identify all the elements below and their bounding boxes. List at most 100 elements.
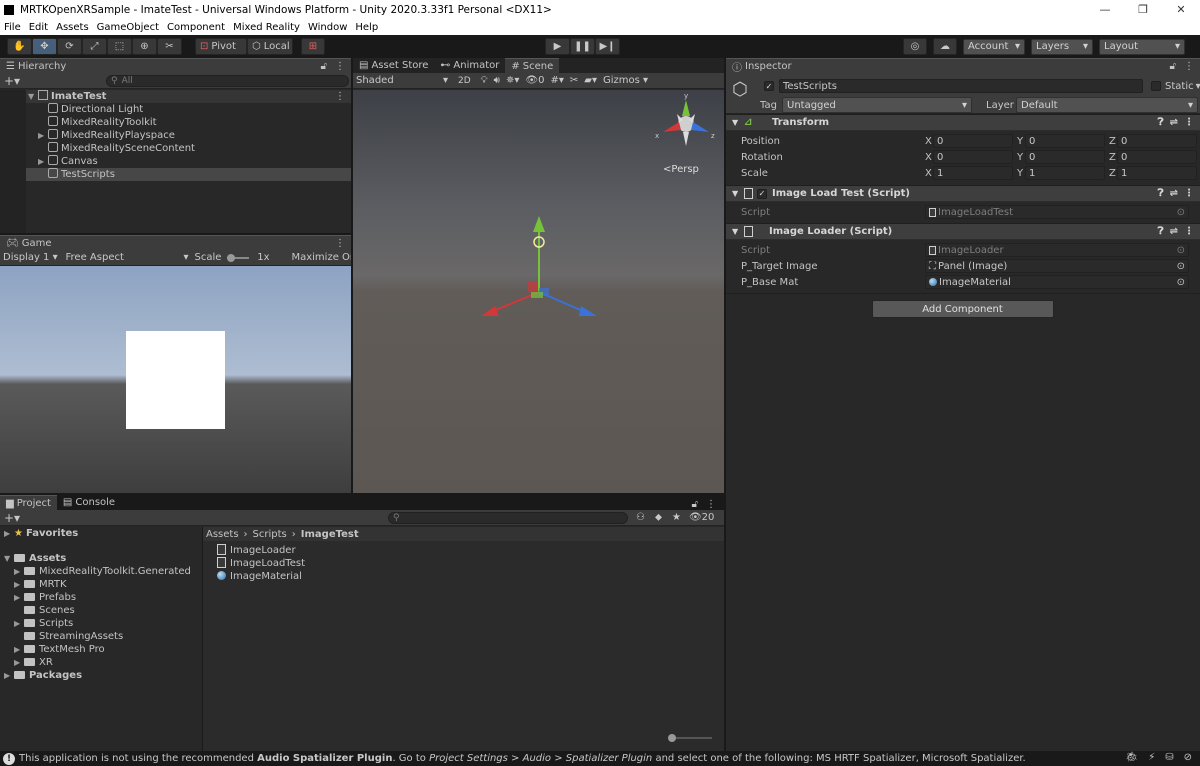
account-dropdown[interactable]: Account ▾ [963, 38, 1025, 55]
menu-component[interactable]: Component [163, 22, 229, 33]
projection-label[interactable]: <Persp [663, 164, 699, 175]
position-x-field[interactable]: 0 [933, 134, 1013, 148]
filter-by-label-icon[interactable]: ⬥ [655, 512, 662, 523]
assets-row[interactable]: ▼ Assets [0, 552, 202, 565]
target-image-field[interactable]: ⛶ Panel (Image) ⊙ [925, 259, 1189, 273]
scale-x-field[interactable]: 1 [933, 166, 1013, 180]
folder-row[interactable]: ▶ XR [0, 656, 202, 669]
tab-scene[interactable]: # Scene [505, 58, 560, 73]
image-loader-header[interactable]: ▼ Image Loader (Script) ❓︎ ⇌ ⋮ [726, 223, 1200, 240]
folder-row[interactable]: Scenes [0, 604, 202, 617]
position-z-field[interactable]: 0 [1117, 134, 1197, 148]
display-dropdown[interactable]: Display 1 ▾ [0, 252, 62, 263]
layer-dropdown[interactable]: Default ▾ [1016, 97, 1198, 113]
object-picker-icon[interactable]: ⊙ [1177, 207, 1185, 218]
menu-mixed-reality[interactable]: Mixed Reality [229, 22, 304, 33]
slider-thumb[interactable] [668, 734, 676, 742]
mode-2d-button[interactable]: 2D [454, 76, 475, 86]
folder-row[interactable]: ▶ Prefabs [0, 591, 202, 604]
auto-generate-lighting-icon[interactable]: ⚡︎ [1148, 752, 1155, 763]
script-field[interactable]: ImageLoadTest ⊙ [925, 205, 1189, 219]
move-gizmo[interactable] [473, 210, 613, 330]
object-name-field[interactable]: TestScripts [779, 79, 1143, 93]
hierarchy-item[interactable]: ▶ Canvas [0, 155, 351, 168]
help-icon[interactable]: ❓︎ [1158, 226, 1164, 237]
collab-icon[interactable]: ◎ [903, 38, 927, 55]
scale-tool-icon[interactable]: ⤢ [82, 38, 107, 55]
tools-icon[interactable]: ✂ [570, 75, 578, 86]
custom-tool-icon[interactable]: ✂ [157, 38, 182, 55]
hand-tool-icon[interactable]: ✋ [7, 38, 32, 55]
add-component-button[interactable]: Add Component [871, 300, 1054, 318]
packages-row[interactable]: ▶ Packages [0, 669, 202, 682]
menu-file[interactable]: File [0, 22, 25, 33]
folder-row[interactable]: StreamingAssets [0, 630, 202, 643]
hierarchy-item[interactable]: Directional Light [0, 103, 351, 116]
tag-dropdown[interactable]: Untagged ▾ [782, 97, 972, 113]
grid-icon[interactable]: #▾ [550, 75, 563, 86]
pivot-toggle-button[interactable]: ⊡ Pivot [195, 38, 247, 55]
filter-by-type-icon[interactable]: ⚇ [636, 512, 645, 523]
hierarchy-item[interactable]: MixedRealitySceneContent [0, 142, 351, 155]
kebab-menu-icon[interactable]: ⋮ [1184, 226, 1194, 237]
lock-icon[interactable]: 🔓︎ [1170, 61, 1176, 72]
tab-hierarchy[interactable]: ☰ Hierarchy 🔓︎ ⋮ [0, 58, 351, 73]
move-tool-icon[interactable]: ✥ [32, 38, 57, 55]
icon-size-slider[interactable] [668, 734, 712, 742]
local-toggle-button[interactable]: ⬡ Local [247, 38, 293, 55]
game-view[interactable] [0, 266, 351, 493]
static-checkbox[interactable] [1151, 81, 1161, 91]
breadcrumb-item-current[interactable]: ImageTest [301, 529, 359, 540]
pause-button[interactable]: ❚❚ [570, 38, 595, 55]
scale-z-field[interactable]: 1 [1117, 166, 1197, 180]
kebab-menu-icon[interactable]: ⋮ [706, 499, 716, 510]
hierarchy-item[interactable]: ▶ MixedRealityPlayspace [0, 129, 351, 142]
hierarchy-search-input[interactable]: ⚲ All [106, 74, 349, 87]
favorites-row[interactable]: ▶ ★ Favorites [0, 527, 202, 540]
expand-arrow-icon[interactable]: ▶ [14, 643, 24, 656]
hidden-packages-icon[interactable]: 👁︎20 [689, 512, 714, 523]
minimize-button[interactable]: — [1086, 0, 1124, 19]
breadcrumb-item[interactable]: Scripts [253, 529, 287, 540]
cache-icon[interactable]: ⛁ [1165, 752, 1173, 763]
preset-icon[interactable]: ⇌ [1170, 117, 1178, 128]
cloud-icon[interactable]: ☁ [933, 38, 957, 55]
help-icon[interactable]: ❓︎ [1158, 188, 1164, 199]
restore-button[interactable]: ❐ [1124, 0, 1162, 19]
file-item[interactable]: ImageLoader [217, 544, 724, 557]
expand-arrow-icon[interactable]: ▶ [14, 565, 24, 578]
orientation-gizmo-icon[interactable]: y x z [653, 94, 719, 154]
menu-gameobject[interactable]: GameObject [93, 22, 163, 33]
step-button[interactable]: ▶❙ [595, 38, 620, 55]
hierarchy-item-selected[interactable]: TestScripts [0, 168, 351, 181]
transform-header[interactable]: ▼ ⊿ Transform ❓︎ ⇌ ⋮ [726, 114, 1200, 131]
hierarchy-item[interactable]: MixedRealityToolkit [0, 116, 351, 129]
kebab-menu-icon[interactable]: ⋮ [1184, 188, 1194, 199]
folder-row[interactable]: ▶ TextMesh Pro [0, 643, 202, 656]
expand-arrow-icon[interactable]: ▼ [4, 552, 14, 565]
kebab-menu-icon[interactable]: ⋮ [335, 238, 345, 249]
scale-slider[interactable] [227, 253, 250, 262]
kebab-menu-icon[interactable]: ⋮ [335, 90, 345, 103]
object-picker-icon[interactable]: ⊙ [1177, 277, 1185, 288]
rect-tool-icon[interactable]: ⬚ [107, 38, 132, 55]
menu-help[interactable]: Help [351, 22, 382, 33]
scale-y-field[interactable]: 1 [1025, 166, 1105, 180]
breadcrumb-item[interactable]: Assets [206, 529, 239, 540]
image-load-test-header[interactable]: ▼ ✓ Image Load Test (Script) ❓︎ ⇌ ⋮ [726, 185, 1200, 202]
expand-arrow-icon[interactable]: ▶ [38, 129, 48, 142]
scene-row[interactable]: ▼ ImateTest ⋮ [0, 90, 351, 103]
favorite-star-icon[interactable]: ★ [672, 512, 681, 523]
base-mat-field[interactable]: ImageMaterial ⊙ [925, 275, 1189, 289]
visibility-icon[interactable]: 👁︎0 [525, 75, 544, 86]
tab-animator[interactable]: ⊷ Animator [434, 58, 505, 73]
shading-dropdown[interactable]: Shaded ▾ [356, 75, 448, 86]
preset-icon[interactable]: ⇌ [1170, 188, 1178, 199]
file-item[interactable]: ImageMaterial [217, 570, 724, 583]
transform-tool-icon[interactable]: ⊕ [132, 38, 157, 55]
close-button[interactable]: ✕ [1162, 0, 1200, 19]
add-icon[interactable]: +▾ [4, 511, 26, 525]
status-message[interactable]: This application is not using the recomm… [19, 753, 1026, 764]
file-item[interactable]: ImageLoadTest [217, 557, 724, 570]
layers-dropdown[interactable]: Layers ▾ [1031, 38, 1093, 55]
